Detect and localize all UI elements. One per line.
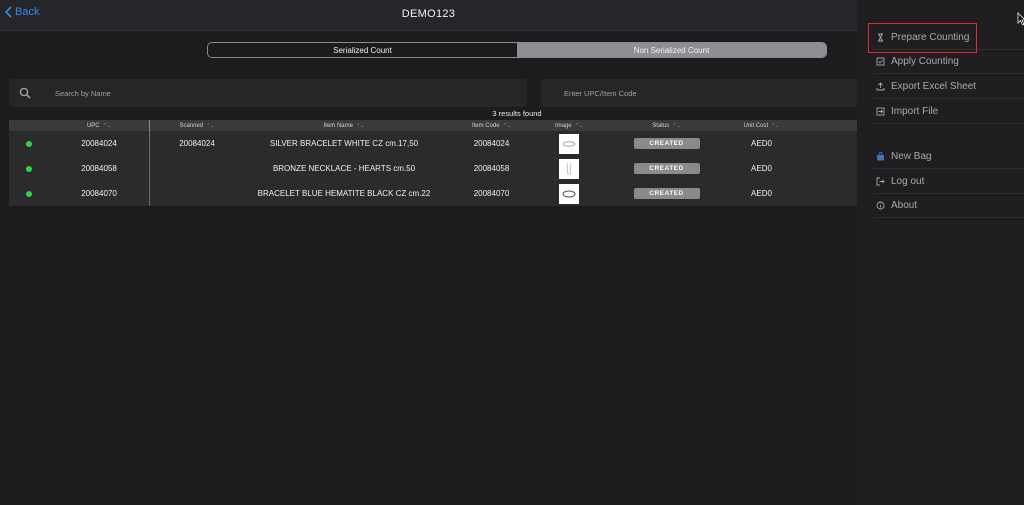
cell-unit-cost: AED0: [751, 139, 772, 148]
sort-icon: ⌃⌄: [672, 122, 681, 129]
hourglass-icon: [874, 32, 886, 44]
navigation-bar: Back DEMO123: [0, 0, 857, 31]
cell-item-name: BRACELET BLUE HEMATITE BLACK CZ cm.22: [257, 189, 431, 198]
cell-item-code: 20084024: [473, 139, 510, 148]
upc-item-code-input[interactable]: [564, 87, 844, 100]
cell-scanned: 20084024: [149, 131, 244, 156]
menu-item-apply-counting[interactable]: Apply Counting: [873, 50, 1024, 74]
menu-item-import-file[interactable]: Import File: [873, 100, 1024, 124]
cell-upc: 20084024: [81, 139, 117, 148]
checklist-icon: [874, 56, 886, 68]
bracelet-thumbnail-icon[interactable]: [559, 133, 579, 154]
sort-icon: ⌃⌄: [355, 122, 365, 129]
table-row[interactable]: 20084070 BRACELET BLUE HEMATITE BLACK CZ…: [9, 181, 857, 206]
header-unit-cost[interactable]: Unit Cost ⌃⌄: [734, 120, 789, 131]
header-upc[interactable]: UPC ⌃⌄: [49, 120, 149, 131]
logout-icon: [874, 176, 886, 188]
side-menu-panel: Prepare Counting Apply Counting Export E…: [857, 0, 1024, 505]
cell-item-code: 20084058: [473, 164, 510, 173]
cell-scanned: [149, 181, 244, 206]
tab-serialized-count[interactable]: Serialized Count: [208, 43, 517, 57]
menu-item-about[interactable]: About: [873, 194, 1024, 218]
table-row[interactable]: 20084024 20084024 SILVER BRACELET WHITE …: [9, 131, 857, 156]
table-body: 20084024 20084024 SILVER BRACELET WHITE …: [9, 131, 857, 206]
import-icon: [874, 106, 886, 118]
menu-label: Export Excel Sheet: [891, 81, 977, 92]
upc-search-box: [541, 79, 857, 107]
header-status[interactable]: Status ⌃⌄: [599, 120, 734, 131]
menu-item-prepare-counting[interactable]: Prepare Counting: [873, 26, 1024, 50]
sort-icon: ⌃⌄: [502, 122, 512, 129]
search-by-name-box: [9, 79, 527, 107]
cell-item-code: 20084070: [473, 189, 510, 198]
menu-item-log-out[interactable]: Log out: [873, 170, 1024, 194]
menu-label: New Bag: [891, 151, 932, 162]
cell-item-name: BRONZE NECKLACE - HEARTS cm.50: [272, 164, 416, 173]
status-dot-icon: [26, 140, 32, 147]
menu-label: Apply Counting: [891, 56, 959, 67]
sort-icon: ⌃⌄: [102, 122, 112, 129]
cell-unit-cost: AED0: [751, 164, 772, 173]
cell-unit-cost: AED0: [751, 189, 772, 198]
search-icon: [19, 87, 31, 99]
header-item-name[interactable]: Item Name ⌃⌄: [244, 120, 444, 131]
main-view: Back DEMO123 Serialized Count Non Serial…: [0, 0, 857, 505]
header-item-code[interactable]: Item Code ⌃⌄: [444, 120, 539, 131]
items-table: UPC ⌃⌄ Scanned ⌃⌄ Item Name ⌃⌄ Item Code ⌃⌄ …: [9, 120, 857, 206]
header-scanned[interactable]: Scanned ⌃⌄: [149, 120, 244, 131]
cell-item-name: SILVER BRACELET WHITE CZ cm.17,50: [269, 139, 419, 148]
status-badge: CREATED: [633, 138, 700, 149]
sort-icon: ⌃⌄: [771, 122, 780, 129]
status-badge: CREATED: [633, 163, 700, 174]
status-dot-icon: [26, 190, 32, 197]
table-row[interactable]: 20084058 BRONZE NECKLACE - HEARTS cm.50 …: [9, 156, 857, 181]
cell-upc: 20084070: [81, 189, 117, 198]
menu-label: About: [891, 200, 918, 211]
search-name-input[interactable]: [55, 87, 515, 100]
bag-icon: [874, 151, 886, 163]
cell-upc: 20084058: [81, 164, 117, 173]
menu-label: Import File: [891, 106, 939, 117]
count-type-segmented-control: Serialized Count Non Serialized Count: [207, 42, 827, 58]
tab-non-serialized-count[interactable]: Non Serialized Count: [517, 43, 826, 57]
table-header: UPC ⌃⌄ Scanned ⌃⌄ Item Name ⌃⌄ Item Code ⌃⌄ …: [9, 120, 857, 131]
menu-item-new-bag[interactable]: New Bag: [873, 145, 1024, 169]
export-icon: [874, 81, 886, 93]
mouse-cursor-icon: [1017, 12, 1024, 26]
menu-label: Prepare Counting: [891, 32, 970, 43]
menu-label: Log out: [891, 176, 925, 187]
menu-item-export-excel-sheet[interactable]: Export Excel Sheet: [873, 75, 1024, 99]
status-badge: CREATED: [633, 188, 700, 199]
necklace-thumbnail-icon[interactable]: [559, 158, 579, 179]
sort-icon: ⌃⌄: [206, 122, 215, 129]
header-status-dot: [9, 120, 49, 131]
bracelet-thumbnail-icon[interactable]: [559, 183, 579, 204]
cell-scanned: [149, 156, 244, 181]
status-dot-icon: [26, 165, 32, 172]
sort-icon: ⌃⌄: [574, 122, 584, 129]
header-image: Image ⌃⌄: [554, 122, 584, 129]
info-icon: [874, 200, 886, 212]
page-title: DEMO123: [401, 8, 456, 20]
